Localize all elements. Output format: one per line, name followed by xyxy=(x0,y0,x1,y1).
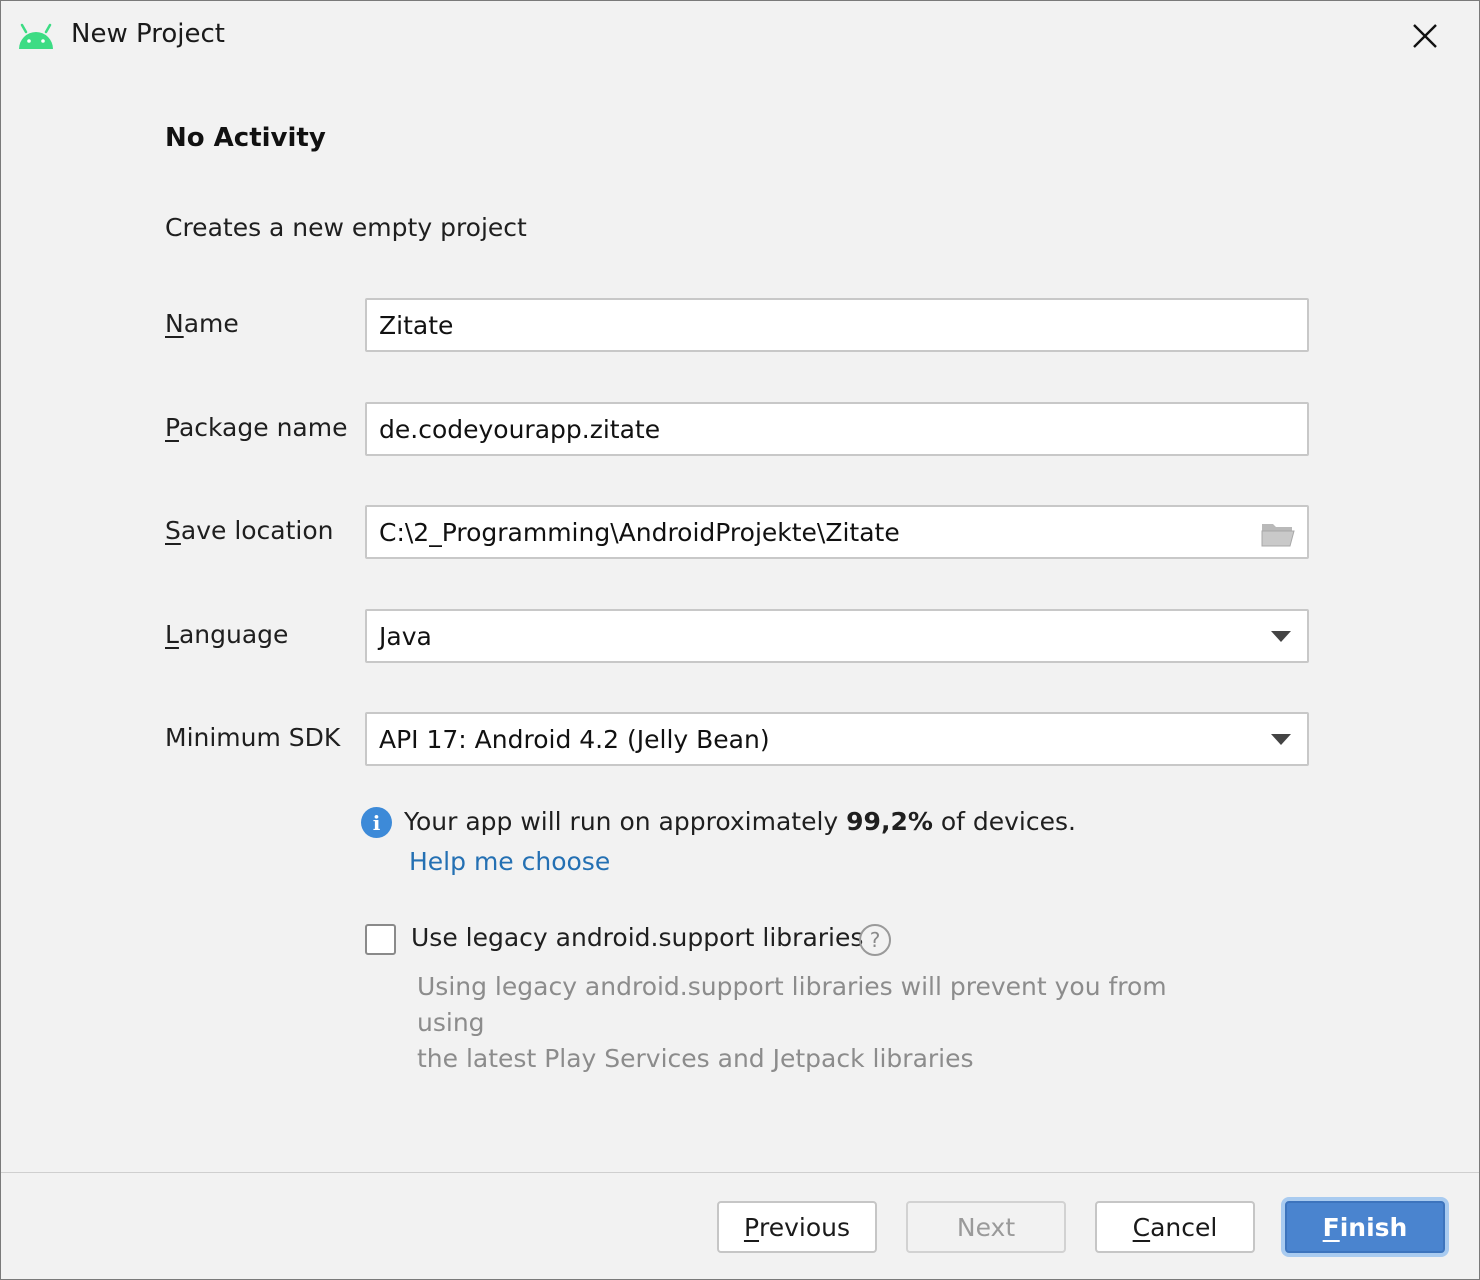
new-project-dialog: New Project No Activity Creates a new em… xyxy=(0,0,1480,1280)
next-button[interactable]: Next xyxy=(906,1201,1066,1253)
folder-icon[interactable] xyxy=(1261,521,1295,547)
android-logo-icon xyxy=(19,23,53,49)
footer-divider xyxy=(1,1172,1479,1173)
legacy-support-label[interactable]: Use legacy android.support libraries xyxy=(411,923,863,952)
package-name-label: Package name xyxy=(165,413,348,442)
device-coverage-text: Your app will run on approximately 99,2%… xyxy=(404,807,1076,836)
info-icon: i xyxy=(361,807,392,838)
name-label: Name xyxy=(165,309,239,338)
cancel-button[interactable]: Cancel xyxy=(1095,1201,1255,1253)
coverage-percent: 99,2% xyxy=(846,807,933,836)
page-subtitle: Creates a new empty project xyxy=(165,213,527,242)
minimum-sdk-select[interactable]: API 17: Android 4.2 (Jelly Bean) xyxy=(365,712,1309,766)
minimum-sdk-value: API 17: Android 4.2 (Jelly Bean) xyxy=(379,724,770,754)
page-heading: No Activity xyxy=(165,123,326,153)
language-value: Java xyxy=(379,621,432,651)
language-label: Language xyxy=(165,620,289,649)
close-icon xyxy=(1413,24,1437,48)
legacy-support-checkbox[interactable] xyxy=(365,924,396,955)
close-button[interactable] xyxy=(1404,15,1446,57)
finish-button[interactable]: Finish xyxy=(1285,1201,1445,1253)
help-me-choose-link[interactable]: Help me choose xyxy=(409,847,610,876)
name-field[interactable] xyxy=(365,298,1309,352)
language-select[interactable]: Java xyxy=(365,609,1309,663)
save-location-label: Save location xyxy=(165,516,334,545)
save-location-input[interactable] xyxy=(379,507,1239,557)
chevron-down-icon xyxy=(1271,734,1291,745)
previous-button[interactable]: Previous xyxy=(717,1201,877,1253)
window-title: New Project xyxy=(71,19,225,49)
question-icon[interactable]: ? xyxy=(859,924,891,956)
legacy-support-note: Using legacy android.support libraries w… xyxy=(417,972,1167,1073)
save-location-field[interactable] xyxy=(365,505,1309,559)
chevron-down-icon xyxy=(1271,631,1291,642)
title-bar: New Project xyxy=(1,1,1479,71)
name-input[interactable] xyxy=(379,300,1307,350)
package-name-input[interactable] xyxy=(379,404,1307,454)
package-name-field[interactable] xyxy=(365,402,1309,456)
minimum-sdk-label: Minimum SDK xyxy=(165,723,341,752)
